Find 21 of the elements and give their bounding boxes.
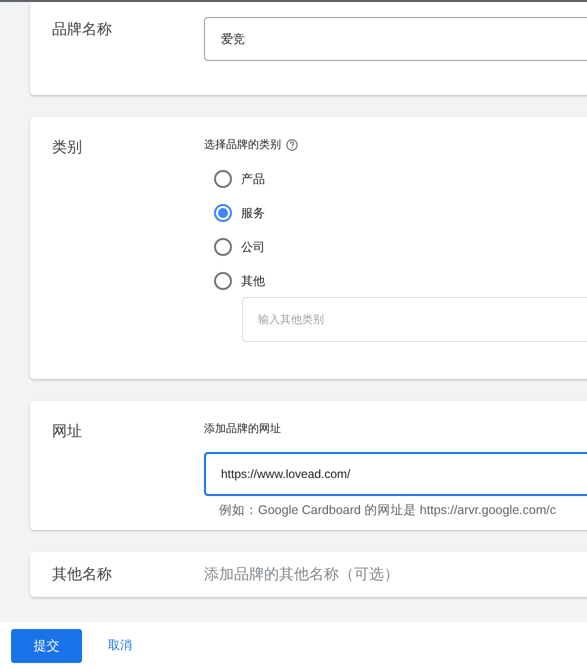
- field-label: 其他名称: [52, 564, 113, 584]
- brand-name-field[interactable]: 爱竞: [204, 17, 587, 61]
- field-label: 网址: [52, 422, 83, 442]
- radio-option[interactable]: 其他: [214, 272, 587, 290]
- radio-icon[interactable]: [214, 204, 232, 222]
- field-label: 品牌名称: [52, 20, 113, 40]
- field-prompt: 添加品牌的网址: [204, 422, 282, 437]
- other-names-field[interactable]: 添加品牌的其他名称（可选）: [204, 564, 399, 586]
- field-prompt: 选择品牌的类别: [204, 138, 281, 153]
- radio-option[interactable]: 产品: [214, 170, 587, 188]
- cancel-button[interactable]: 取消: [94, 628, 146, 662]
- radio-icon[interactable]: [214, 170, 232, 188]
- radio-option[interactable]: 服务: [214, 204, 587, 222]
- website-field[interactable]: https://www.lovead.com/: [204, 452, 587, 496]
- radio-icon[interactable]: [214, 272, 232, 290]
- field-label: 类别: [52, 138, 83, 158]
- radio-icon[interactable]: [214, 238, 232, 256]
- radio-option[interactable]: 公司: [214, 238, 587, 256]
- submit-button[interactable]: 提交: [11, 628, 82, 662]
- help-icon[interactable]: [286, 139, 298, 151]
- field-hint: 例如：Google Cardboard 的网址是 https://arvr.google.com/c: [219, 502, 557, 519]
